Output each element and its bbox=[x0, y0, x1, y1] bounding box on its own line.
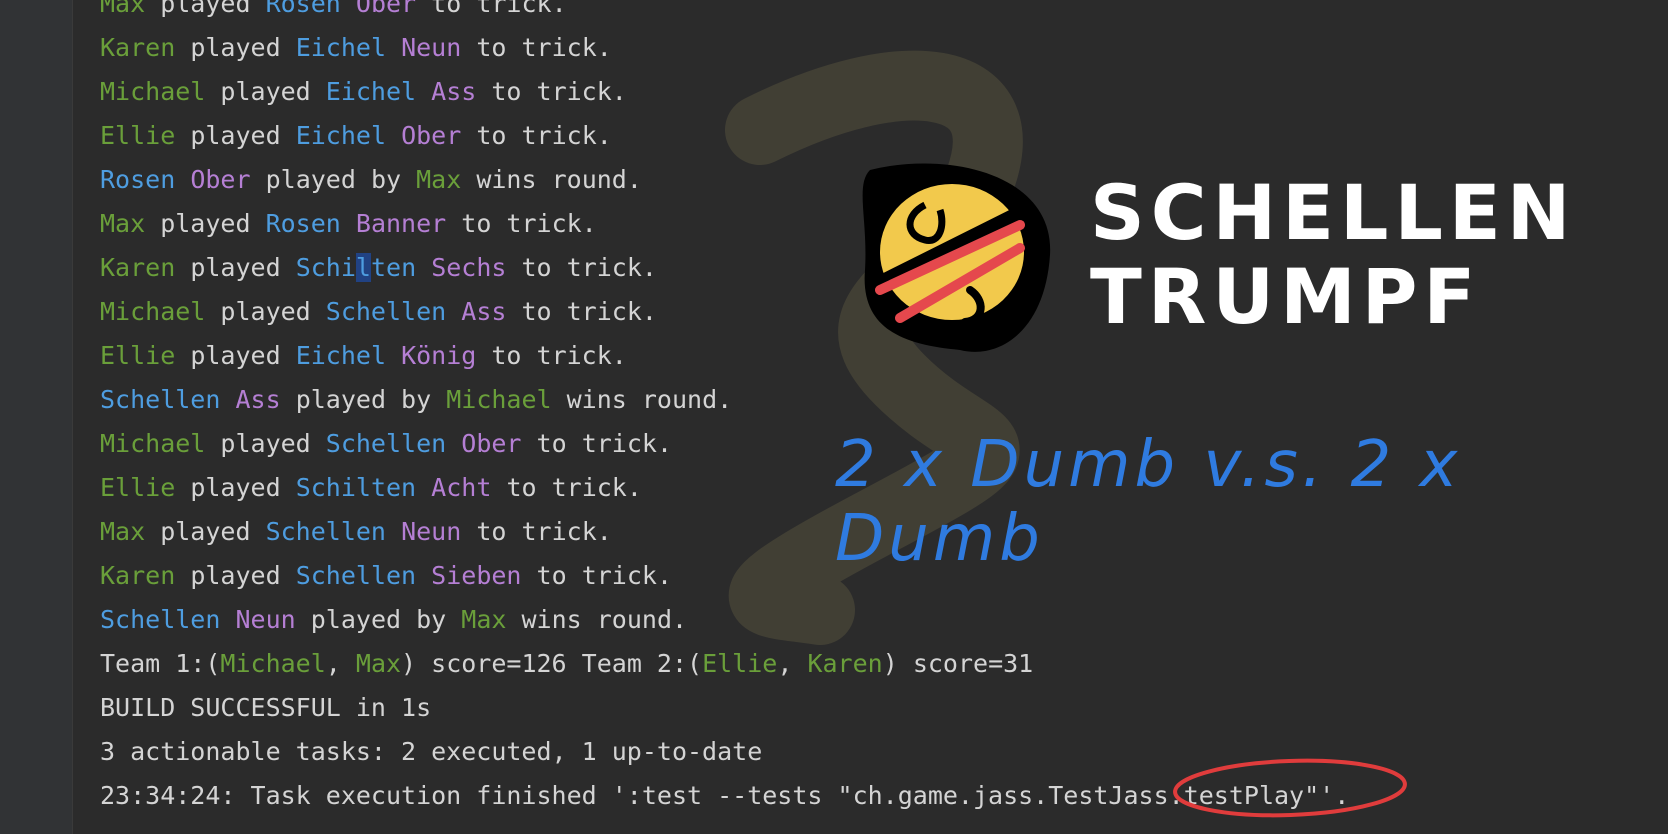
overlay-title-line1: SCHELLEN bbox=[1090, 168, 1577, 257]
overlay-artwork bbox=[725, 50, 1407, 818]
overlay-title-line2: TRUMPF bbox=[1090, 252, 1482, 341]
overlay-subtitle: 2 x Dumb v.s. 2 x Dumb bbox=[835, 428, 1462, 576]
highlight-circle bbox=[1173, 758, 1407, 818]
schellen-bell-icon bbox=[862, 163, 1051, 352]
